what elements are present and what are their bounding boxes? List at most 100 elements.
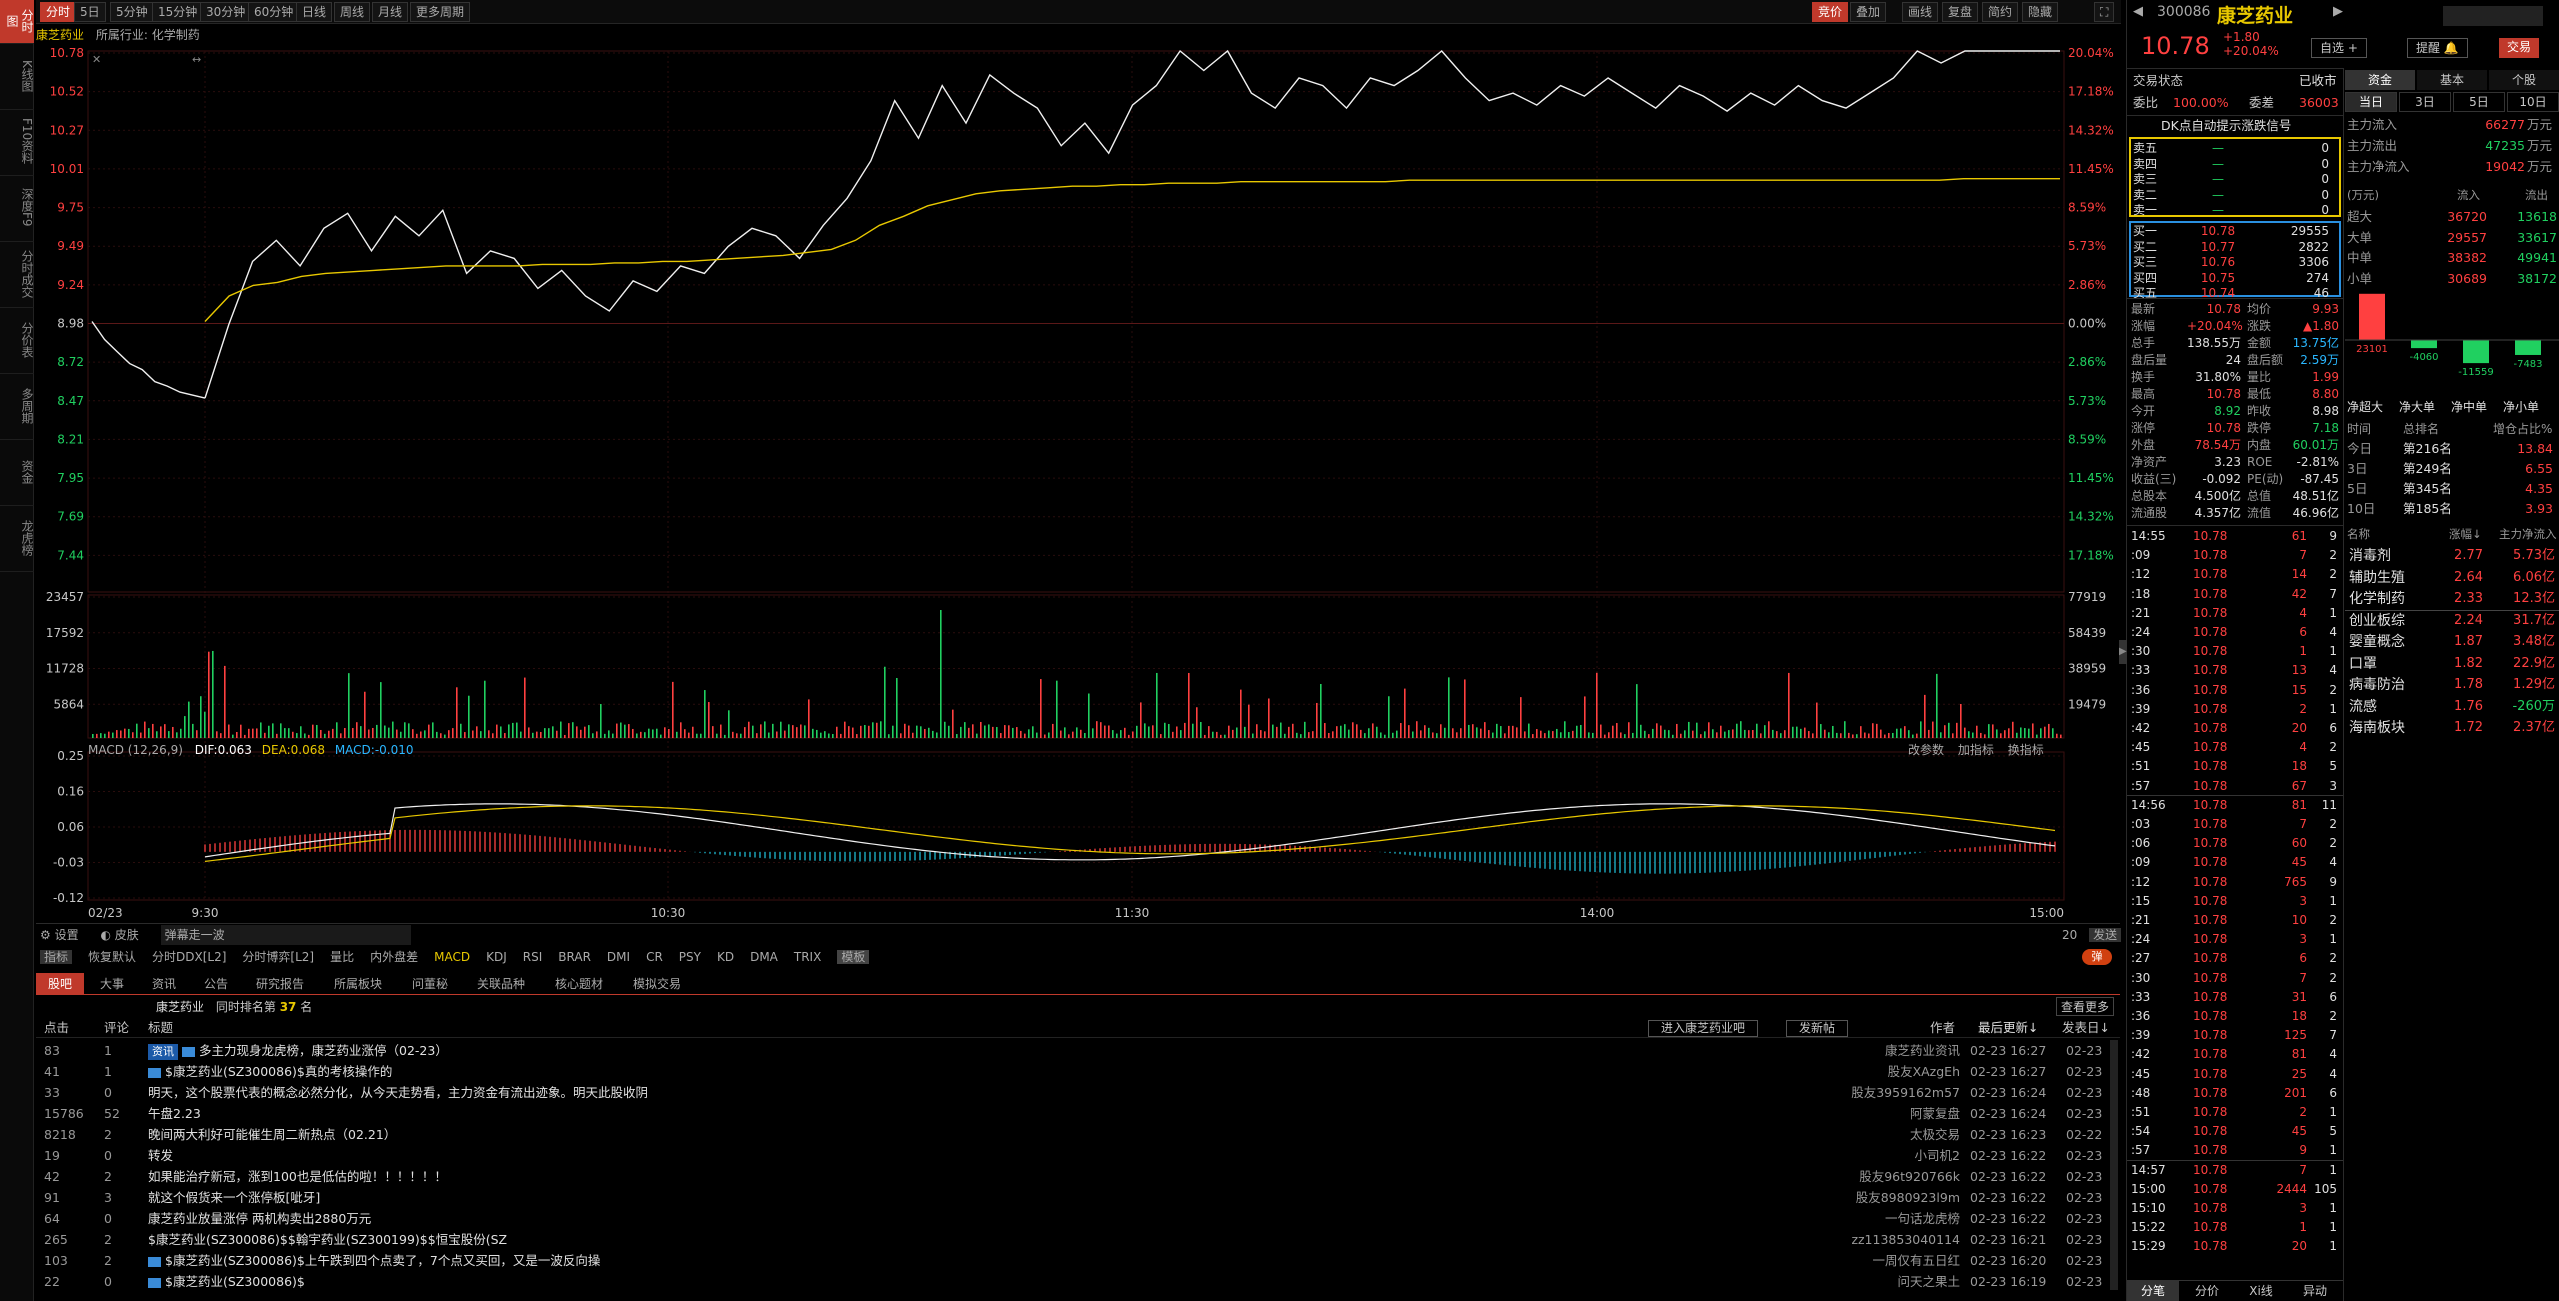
indicator-tab-3[interactable]: 分时博弈[L2] — [242, 950, 314, 964]
sector-name[interactable]: 流感 — [2349, 698, 2377, 716]
news-author[interactable]: 太极交易 — [1790, 1124, 1960, 1145]
macd-tool-params[interactable]: 改参数 — [1908, 743, 1944, 757]
indicator-tab-9[interactable]: BRAR — [558, 950, 591, 964]
news-tab-8[interactable]: 核心题材 — [543, 973, 615, 995]
indicator-tab-13[interactable]: KD — [717, 950, 734, 964]
view-more-button[interactable]: 查看更多 — [2056, 997, 2115, 1016]
sector-name[interactable]: 辅助生殖 — [2349, 569, 2405, 587]
news-author[interactable]: 康芝药业资讯 — [1790, 1040, 1960, 1061]
news-title[interactable]: $康芝药业(SZ300086)$ — [165, 1274, 305, 1289]
skin-button[interactable]: 皮肤 — [115, 928, 139, 942]
indicator-tab-6[interactable]: MACD — [434, 950, 470, 964]
news-tab-6[interactable]: 问董秘 — [400, 973, 460, 995]
news-title[interactable]: 转发 — [148, 1148, 173, 1163]
gear-icon[interactable]: ⚙ — [40, 928, 51, 942]
col-last-update[interactable]: 最后更新↓ — [1978, 1018, 2038, 1038]
prev-stock-icon[interactable]: ◀ — [2133, 4, 2143, 19]
tick-tab-0[interactable]: 分笔 — [2127, 1281, 2179, 1301]
news-row[interactable]: 42 2 如果能治疗新冠，涨到100也是低估的啦！！！！！！ 股友96t920766k… — [36, 1166, 2120, 1187]
news-author[interactable]: 股友96t920766k — [1790, 1166, 1960, 1187]
enter-bar-button[interactable]: 进入康芝药业吧 — [1648, 1020, 1759, 1037]
indicator-tab-14[interactable]: DMA — [750, 950, 778, 964]
indicator-tab-12[interactable]: PSY — [679, 950, 701, 964]
news-row[interactable]: 83 1 资讯 多主力现身龙虎榜，康芝药业涨停（02-23） 康芝药业资讯 02-23 1… — [36, 1040, 2120, 1061]
news-tab-5[interactable]: 所属板块 — [322, 973, 394, 995]
news-title[interactable]: 就这个假货来一个涨停板[呲牙] — [148, 1190, 320, 1205]
sector-name[interactable]: 海南板块 — [2349, 719, 2405, 737]
settings-button[interactable]: 设置 — [55, 928, 79, 942]
news-author[interactable]: 问天之果土 — [1790, 1271, 1960, 1292]
trade-button[interactable]: 交易 — [2499, 38, 2540, 58]
close-pane-icon[interactable]: ✕ — [92, 53, 101, 66]
indicator-tab-5[interactable]: 内外盘差 — [370, 950, 418, 964]
news-author[interactable]: zz113853040114 — [1790, 1229, 1960, 1250]
news-tab-4[interactable]: 研究报告 — [244, 973, 316, 995]
news-tab-1[interactable]: 大事 — [88, 973, 136, 995]
col-posted[interactable]: 发表日↓ — [2062, 1018, 2110, 1038]
news-author[interactable]: 股友8980923l9m — [1790, 1187, 1960, 1208]
fund-tab-0[interactable]: 资金 — [2345, 70, 2415, 90]
indicator-tab-7[interactable]: KDJ — [486, 950, 507, 964]
news-scrollbar[interactable] — [2110, 1040, 2118, 1290]
barrage-toggle[interactable]: 弹 — [2082, 949, 2112, 965]
indicator-tab-15[interactable]: TRIX — [794, 950, 821, 964]
indicator-tab-16[interactable]: 模板 — [837, 950, 870, 964]
next-stock-icon[interactable]: ▶ — [2333, 4, 2343, 19]
news-row[interactable]: 41 1 $康芝药业(SZ300086)$真的考核操作的 股友XAzgEh 02-23 … — [36, 1061, 2120, 1082]
fund-period-tab-3[interactable]: 10日 — [2507, 92, 2559, 112]
news-title[interactable]: $康芝药业(SZ300086)$真的考核操作的 — [165, 1064, 392, 1079]
marquee-input[interactable]: 弹幕走一波 — [160, 925, 411, 945]
alert-button[interactable]: 提醒 🔔 — [2407, 38, 2468, 58]
indicator-tab-1[interactable]: 恢复默认 — [88, 950, 136, 964]
fund-period-tab-1[interactable]: 3日 — [2399, 92, 2451, 112]
news-tab-0[interactable]: 股吧 — [36, 973, 85, 995]
news-author[interactable]: 一周仅有五日红 — [1790, 1250, 1960, 1271]
indicator-tab-4[interactable]: 量比 — [330, 950, 354, 964]
news-tab-9[interactable]: 模拟交易 — [621, 973, 693, 995]
indicator-tab-10[interactable]: DMI — [607, 950, 630, 964]
news-title[interactable]: $康芝药业(SZ300086)$上午跌到四个点卖了，7个点又买回，又是一波反向操 — [165, 1253, 600, 1268]
news-title[interactable]: 午盘2.23 — [148, 1106, 201, 1121]
news-title[interactable]: 康芝药业放量涨停 两机构卖出2880万元 — [148, 1211, 371, 1226]
news-row[interactable]: 8218 2 晚间两大利好可能催生周二新热点（02.21） 太极交易 02-23 16:… — [36, 1124, 2120, 1145]
indicator-tab-8[interactable]: RSI — [523, 950, 543, 964]
news-row[interactable]: 15786 52 午盘2.23 阿蒙复盘 02-23 16:24 02-23 — [36, 1103, 2120, 1124]
news-title[interactable]: 多主力现身龙虎榜，康芝药业涨停（02-23） — [199, 1043, 448, 1058]
sector-name[interactable]: 婴童概念 — [2349, 633, 2405, 651]
news-row[interactable]: 22 0 $康芝药业(SZ300086)$ 问天之果土 02-23 16:19 02-23 — [36, 1271, 2120, 1292]
news-title[interactable]: $康芝药业(SZ300086)$$翰宇药业(SZ300199)$$恒宝股份(SZ — [148, 1232, 507, 1247]
news-title[interactable]: 晚间两大利好可能催生周二新热点（02.21） — [148, 1127, 396, 1142]
news-row[interactable]: 33 0 明天，这个股票代表的概念必然分化，从今天走势看，主力资金有流出迹象。明天此… — [36, 1082, 2120, 1103]
indicator-tab-0[interactable]: 指标 — [40, 950, 73, 964]
news-title[interactable]: 如果能治疗新冠，涨到100也是低估的啦！！！！！！ — [148, 1169, 447, 1184]
news-row[interactable]: 91 3 就这个假货来一个涨停板[呲牙] 股友8980923l9m 02-23 16:2… — [36, 1187, 2120, 1208]
news-row[interactable]: 19 0 转发 小司机2 02-23 16:22 02-23 — [36, 1145, 2120, 1166]
intraday-chart[interactable]: 10.78 20.04% 10.52 17.18% 10.27 14.32% 10.01 11… — [0, 0, 2124, 940]
news-author[interactable]: 小司机2 — [1790, 1145, 1960, 1166]
news-author[interactable]: 股友XAzgEh — [1790, 1061, 1960, 1082]
sector-name[interactable]: 化学制药 — [2349, 590, 2405, 608]
watchlist-button[interactable]: 自选 + — [2311, 38, 2367, 58]
news-author[interactable]: 股友3959162m57 — [1790, 1082, 1960, 1103]
fund-tab-1[interactable]: 基本 — [2417, 70, 2487, 90]
indicator-tab-2[interactable]: 分时DDX[L2] — [152, 950, 226, 964]
news-row[interactable]: 265 2 $康芝药业(SZ300086)$$翰宇药业(SZ300199)$$恒宝股… — [36, 1229, 2120, 1250]
news-author[interactable]: 一句话龙虎榜 — [1790, 1208, 1960, 1229]
news-tab-2[interactable]: 资讯 — [140, 973, 188, 995]
fund-period-tab-2[interactable]: 5日 — [2453, 92, 2505, 112]
sector-name[interactable]: 病毒防治 — [2349, 676, 2405, 694]
signal-label[interactable]: DK点自动提示涨跌信号 — [2161, 117, 2291, 135]
sector-name[interactable]: 创业板综 — [2349, 612, 2405, 630]
news-row[interactable]: 64 0 康芝药业放量涨停 两机构卖出2880万元 一句话龙虎榜 02-23 16:22… — [36, 1208, 2120, 1229]
fund-period-tab-0[interactable]: 当日 — [2345, 92, 2397, 112]
panel-collapse-icon[interactable]: ▶ — [2119, 640, 2127, 664]
expand-pane-icon[interactable]: ↔ — [192, 53, 201, 66]
sector-name[interactable]: 口罩 — [2349, 655, 2377, 673]
news-tab-3[interactable]: 公告 — [192, 973, 240, 995]
news-title[interactable]: 明天，这个股票代表的概念必然分化，从今天走势看，主力资金有流出迹象。明天此股收阴 — [148, 1085, 648, 1100]
sector-name[interactable]: 消毒剂 — [2349, 547, 2391, 565]
macd-tool-change[interactable]: 换指标 — [2008, 743, 2044, 757]
news-author[interactable]: 阿蒙复盘 — [1790, 1103, 1960, 1124]
tick-tab-2[interactable]: Xi线 — [2235, 1281, 2287, 1301]
macd-tool-add[interactable]: 加指标 — [1958, 743, 1994, 757]
